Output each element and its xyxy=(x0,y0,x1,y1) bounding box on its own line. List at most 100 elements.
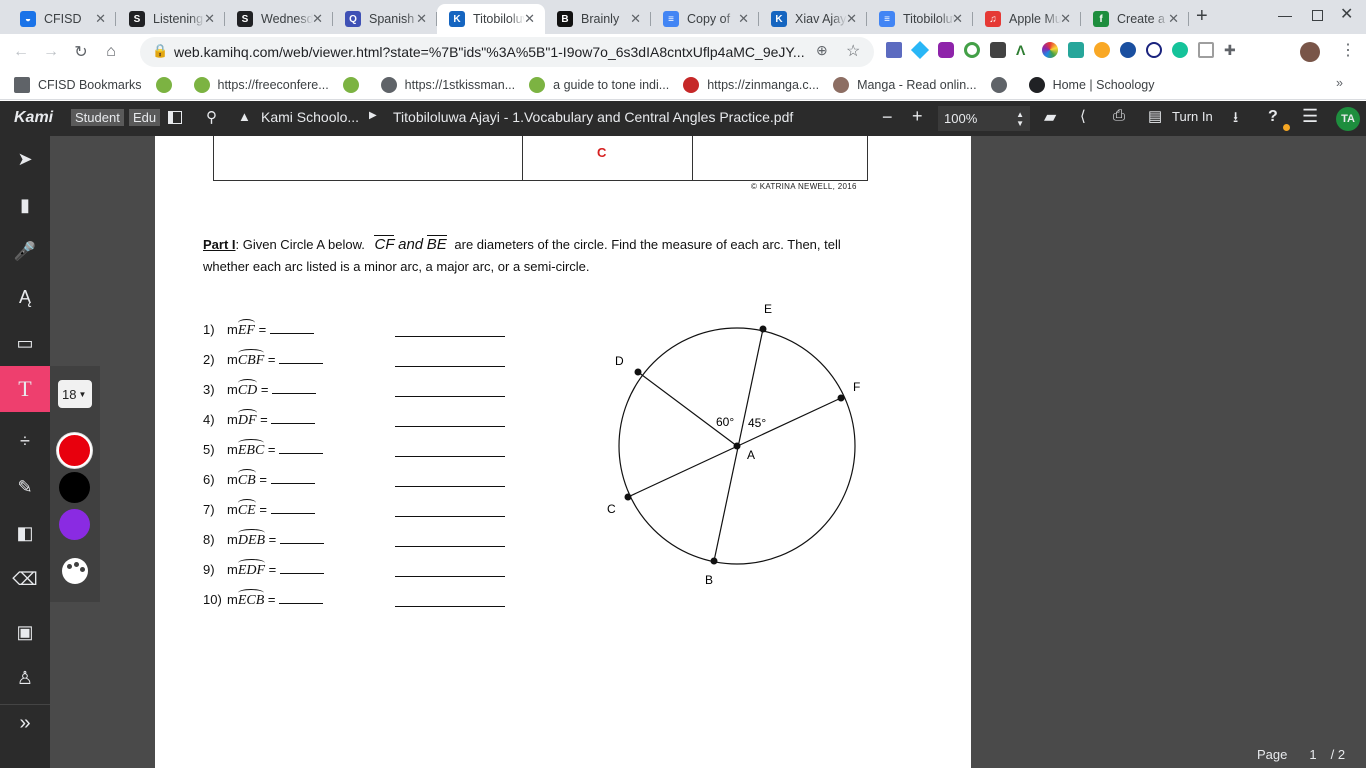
zoom-out-button[interactable]: − xyxy=(882,107,893,128)
bookmark-item[interactable]: https://1stkissman... xyxy=(380,76,515,93)
measure-answer-blank[interactable] xyxy=(279,443,324,454)
measure-answer-blank[interactable] xyxy=(270,473,315,484)
measure-answer-blank[interactable] xyxy=(269,323,314,334)
home-button[interactable]: ⌂ xyxy=(96,37,126,67)
expand-toolbar-icon[interactable]: » xyxy=(0,700,50,746)
more-bookmarks-icon[interactable]: » xyxy=(1336,76,1343,90)
user-avatar[interactable]: TA xyxy=(1336,107,1360,131)
arc-type-answer-blank[interactable] xyxy=(395,336,505,337)
tab-close-icon[interactable]: ✕ xyxy=(524,11,535,27)
back-button[interactable]: ← xyxy=(6,37,36,67)
shield-extension-icon[interactable] xyxy=(990,42,1006,58)
new-tab-button[interactable]: + xyxy=(1196,6,1216,26)
select-tool-icon[interactable]: ➤ xyxy=(0,136,50,182)
install-icon[interactable]: ⊕ xyxy=(816,42,828,59)
play-extension-icon[interactable] xyxy=(1146,42,1162,58)
bookmark-item[interactable]: https://freeconfere... xyxy=(193,76,329,93)
arc-type-answer-blank[interactable] xyxy=(395,546,505,547)
main-menu-icon[interactable]: ☰ xyxy=(1302,106,1318,127)
measure-answer-blank[interactable] xyxy=(279,593,324,604)
breadcrumb-folder[interactable]: Kami Schoolo... xyxy=(261,109,359,125)
print-icon[interactable]: ⎙ xyxy=(1113,107,1125,124)
tab-close-icon[interactable]: ✕ xyxy=(630,11,641,27)
arc-type-answer-blank[interactable] xyxy=(395,516,505,517)
zoom-select[interactable]: 100% ▲ ▼ xyxy=(938,106,1030,131)
browser-menu-icon[interactable]: ⋮ xyxy=(1340,40,1356,60)
bookmark-item[interactable] xyxy=(990,76,1015,93)
share-icon[interactable]: ⟨ xyxy=(1080,107,1086,125)
kami-extension-icon[interactable] xyxy=(1120,42,1136,58)
browser-tab[interactable]: ♫ Apple Music✕ xyxy=(973,4,1081,34)
bookmark-item[interactable] xyxy=(342,76,367,93)
arc-type-answer-blank[interactable] xyxy=(395,606,505,607)
shapes-tool-icon[interactable]: ◧ xyxy=(0,510,50,556)
open-folder-icon[interactable]: ▰ xyxy=(1044,107,1056,127)
profile-avatar[interactable] xyxy=(1300,42,1320,62)
address-bar[interactable]: 🔒 web.kamihq.com/web/viewer.html?state=%… xyxy=(140,37,874,67)
sidebar-toggle-icon[interactable] xyxy=(168,111,182,124)
bookmark-star-icon[interactable]: ☆ xyxy=(846,41,860,61)
tab-close-icon[interactable]: ✕ xyxy=(846,11,857,27)
bookmark-item[interactable]: Manga - Read onlin... xyxy=(833,76,977,93)
arc-type-answer-blank[interactable] xyxy=(395,396,505,397)
help-icon[interactable]: ? xyxy=(1268,108,1278,126)
browser-tab[interactable]: S Listening ✕ xyxy=(117,4,225,34)
reload-button[interactable]: ↻ xyxy=(66,37,96,67)
tab-close-icon[interactable]: ✕ xyxy=(416,11,427,27)
browser-tab[interactable]: Q Spanish ✕ xyxy=(333,4,437,34)
text-to-speech-tool-icon[interactable]: 🎤 xyxy=(0,228,50,274)
drawing-tool-icon[interactable]: ✎ xyxy=(0,464,50,510)
pdf-extension-icon[interactable] xyxy=(886,42,902,58)
measure-answer-blank[interactable] xyxy=(270,503,315,514)
arc-type-answer-blank[interactable] xyxy=(395,456,505,457)
page-current[interactable]: 1 xyxy=(1309,747,1316,762)
turn-in-icon[interactable]: ▤ xyxy=(1148,107,1162,125)
color-swatch-purple[interactable] xyxy=(59,509,90,540)
font-size-select[interactable]: 18 ▼ xyxy=(58,380,92,408)
comment-tool-icon[interactable]: ▭ xyxy=(0,320,50,366)
copy-extension-icon[interactable] xyxy=(1198,42,1214,58)
arc-type-answer-blank[interactable] xyxy=(395,426,505,427)
browser-tab[interactable]: K Xiav Ajayi ✕ xyxy=(759,4,867,34)
tab-close-icon[interactable]: ✕ xyxy=(204,11,215,27)
tab-close-icon[interactable]: ✕ xyxy=(1168,11,1179,27)
measure-answer-blank[interactable] xyxy=(279,533,324,544)
restore-button[interactable] xyxy=(1312,10,1323,21)
tab-close-icon[interactable]: ✕ xyxy=(1060,11,1071,27)
bookmark-item[interactable]: https://zinmanga.c... xyxy=(683,76,819,93)
tab-close-icon[interactable]: ✕ xyxy=(738,11,749,27)
browser-tab[interactable]: K Titobiloluwa✕ xyxy=(437,4,545,34)
pdf-page[interactable]: C © KATRINA NEWELL, 2016 Part I: Given C… xyxy=(155,136,971,768)
browser-tab[interactable]: ≡ Titobiloluwa✕ xyxy=(867,4,973,34)
text-tool-icon[interactable]: T xyxy=(0,366,50,412)
search-icon[interactable]: ⚲ xyxy=(206,108,217,126)
bookmark-item[interactable]: a guide to tone indi... xyxy=(529,76,669,93)
bookmark-item[interactable] xyxy=(155,76,180,93)
bookmark-item[interactable]: CFISD Bookmarks xyxy=(14,76,142,93)
measure-answer-blank[interactable] xyxy=(272,383,317,394)
browser-tab[interactable]: S Wednesday✕ xyxy=(225,4,333,34)
site-info-icon[interactable]: 🔒 xyxy=(152,43,168,59)
equation-tool-icon[interactable]: ÷ xyxy=(0,418,50,464)
kami-logo[interactable]: Kami xyxy=(14,109,53,127)
purple-extension-icon[interactable] xyxy=(938,42,954,58)
signature-tool-icon[interactable]: ♙ xyxy=(0,655,50,701)
diamond-extension-icon[interactable] xyxy=(910,40,930,60)
puzzle-extensions-icon[interactable]: ✚ xyxy=(1224,42,1240,58)
bookmark-item[interactable]: Home | Schoology xyxy=(1028,76,1155,93)
image-tool-icon[interactable]: ▣ xyxy=(0,609,50,655)
palette-icon[interactable] xyxy=(62,558,88,584)
tab-close-icon[interactable]: ✕ xyxy=(952,11,963,27)
download-icon[interactable]: ⭳ xyxy=(1233,107,1238,132)
eraser-tool-icon[interactable]: ⌫ xyxy=(0,556,50,602)
arc-type-answer-blank[interactable] xyxy=(395,576,505,577)
dictionary-tool-icon[interactable]: ▮ xyxy=(0,182,50,228)
arc-type-answer-blank[interactable] xyxy=(395,366,505,367)
forward-button[interactable]: → xyxy=(36,37,66,67)
markup-tool-icon[interactable]: Ą xyxy=(0,274,50,320)
drive-extension-icon[interactable] xyxy=(1068,42,1084,58)
document-title[interactable]: Titobiloluwa Ajayi - 1.Vocabulary and Ce… xyxy=(393,109,793,125)
a-extension-icon[interactable]: Λ xyxy=(1016,42,1032,58)
grammar-extension-icon[interactable] xyxy=(1094,42,1110,58)
measure-answer-blank[interactable] xyxy=(279,353,324,364)
